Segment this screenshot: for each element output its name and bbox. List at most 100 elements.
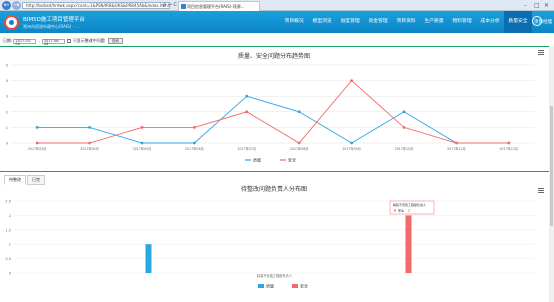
app-header: BIM5D施工项目管理平台 常州市武进市政中心(RAIS) - ... 项目概况… xyxy=(0,11,554,33)
data-point[interactable] xyxy=(88,141,91,145)
menu-item[interactable]: 成本分析 xyxy=(476,11,504,33)
trend-chart-svg: 质量、安全问题分布趋势图 0 1 2 3 4 5 2017年03月 2017年04月 2017年0… xyxy=(6,52,535,163)
app-logo-icon xyxy=(4,15,19,30)
address-controls[interactable]: ρ → C xyxy=(163,2,177,8)
y-tick-label: 0.5 xyxy=(5,257,11,261)
page-scrollbar[interactable] xyxy=(549,46,554,302)
tooltip-title: 精装不安装工程部负责人 xyxy=(393,202,426,207)
x-tick-label: 2017年12月 xyxy=(500,146,519,151)
data-point[interactable] xyxy=(35,141,39,145)
page-favicon-icon xyxy=(181,4,186,9)
date-separator: - xyxy=(38,38,40,44)
legend-label: 质量 xyxy=(266,283,274,289)
x-tick-label: 2017年06月 xyxy=(185,146,204,151)
owner-chart-menu-icon[interactable] xyxy=(538,188,544,193)
x-tick-label: 2017年05月 xyxy=(133,146,152,151)
project-name[interactable]: 常州市武进市政中心(RAIS) - ... xyxy=(23,24,79,30)
end-date-input[interactable]: 2017-06-44 xyxy=(41,38,65,45)
legend-label: 安全 xyxy=(288,157,296,163)
filter-bar: 日期: 2017-03-04 - 2017-06-44 只显示整改中问题 查询 xyxy=(0,36,554,46)
x-tick-label: 2017年09月 xyxy=(342,146,361,151)
back-icon[interactable]: ← xyxy=(2,1,11,10)
data-point[interactable] xyxy=(245,94,249,98)
y-tick-label: 1.5 xyxy=(5,228,11,232)
menu-item[interactable]: 项目资料 xyxy=(392,11,420,33)
close-icon[interactable]: ✕ xyxy=(544,2,549,9)
menu-item[interactable]: 进度管理 xyxy=(336,11,364,33)
y-tick-label: 2 xyxy=(9,214,11,218)
y-tick-label: 2.5 xyxy=(5,200,11,204)
minimize-icon[interactable]: – xyxy=(524,2,527,9)
tooltip-series: 安全 xyxy=(398,208,404,213)
address-bar[interactable]: http://bs/bsd/hrdwk.aspx?cont=1&PSN/IRB&… xyxy=(22,2,170,9)
scrollbar-thumb[interactable] xyxy=(550,106,553,226)
data-point[interactable] xyxy=(193,141,196,145)
chart-title: 待整改问题负责人分布图 xyxy=(241,185,307,193)
tooltip-dot xyxy=(394,209,396,212)
y-tick-label: 0 xyxy=(9,272,11,276)
x-tick-label: 精装不安装工程部负责人 xyxy=(257,273,293,278)
data-point[interactable] xyxy=(88,126,91,129)
owner-chart-svg: 待整改问题负责人分布图00.511.522.5精装不安装工程部负责人质量 安全精装… xyxy=(5,185,535,289)
trend-chart: 质量、安全问题分布趋势图 0 1 2 3 4 5 2017年03月 2017年04月 2017年0… xyxy=(0,47,549,169)
bar[interactable] xyxy=(405,215,412,273)
rectification-checkbox-label: 只显示整改中问题 xyxy=(72,38,105,43)
y-tick-label: 5 xyxy=(6,64,8,68)
data-point[interactable] xyxy=(245,110,249,114)
x-tick-label: 2017年08月 xyxy=(290,146,309,151)
menu-item[interactable]: 生产质量 xyxy=(420,11,448,33)
data-point[interactable] xyxy=(350,79,353,82)
y-tick-label: 0 xyxy=(6,142,8,146)
menu-item[interactable]: 模型浏览 xyxy=(308,11,336,33)
bar[interactable] xyxy=(145,244,152,273)
x-tick-label: 2017年04月 xyxy=(80,146,99,151)
data-point[interactable] xyxy=(402,126,406,129)
app-title: BIM5D施工项目管理平台 xyxy=(23,17,85,23)
y-tick-label: 1 xyxy=(6,126,8,130)
data-point[interactable] xyxy=(402,110,406,114)
query-button[interactable]: 查询 xyxy=(107,38,123,44)
user-name[interactable]: 项目经理 xyxy=(534,19,552,25)
data-point[interactable] xyxy=(193,126,196,129)
y-tick-label: 4 xyxy=(6,79,9,83)
browser-tab-title: 项目信息管理平台(RAIS)-项源... xyxy=(187,4,245,9)
y-tick-label: 1 xyxy=(9,243,11,247)
legend-swatch[interactable] xyxy=(292,284,298,288)
menu-item[interactable]: 物料管理 xyxy=(448,11,476,33)
date-label: 日期: xyxy=(3,38,13,43)
menu-item[interactable]: 项目概况 xyxy=(280,11,308,33)
maximize-icon[interactable]: □ xyxy=(534,2,540,9)
data-point[interactable] xyxy=(35,126,39,129)
data-point[interactable] xyxy=(455,141,458,145)
forward-icon[interactable]: → xyxy=(12,1,21,10)
browser-toolbar: ← → http://bs/bsd/hrdwk.aspx?cont=1&PSN/… xyxy=(0,0,554,11)
data-point[interactable] xyxy=(507,141,511,145)
data-point[interactable] xyxy=(140,141,144,145)
start-date-input[interactable]: 2017-03-04 xyxy=(13,38,37,45)
tooltip-value: 2 xyxy=(408,209,410,213)
legend-label: 安全 xyxy=(300,283,308,289)
menu-item[interactable]: 质量安全 xyxy=(504,11,532,33)
browser-tab[interactable]: 项目信息管理平台(RAIS)-项源... xyxy=(178,1,260,11)
x-tick-label: 2017年03月 xyxy=(28,146,47,151)
data-point[interactable] xyxy=(297,141,301,145)
series-line xyxy=(37,95,509,144)
main-menu: 项目概况 模型浏览 进度管理 资金管理 项目资料 生产质量 物料管理 成本分析 质量安全 xyxy=(280,11,532,33)
trend-chart-menu-icon[interactable] xyxy=(538,50,544,55)
owner-chart: 待整改问题负责人分布图 0 0.5 1 1.5 2 2.5 精装不安装工程部负责人 质量 安全 精装… xyxy=(0,184,549,302)
rectification-checkbox[interactable] xyxy=(66,39,71,43)
bar-tooltip: 精装不安装工程部负责人安全 2 xyxy=(389,200,435,215)
legend-label: 质量 xyxy=(253,157,261,163)
menu-item[interactable]: 资金管理 xyxy=(364,11,392,33)
data-point[interactable] xyxy=(350,141,353,145)
panel-divider-2 xyxy=(0,171,554,172)
x-tick-label: 2017年10月 xyxy=(395,146,414,151)
x-tick-label: 2017年11月 xyxy=(447,146,466,151)
y-tick-label: 3 xyxy=(6,95,8,99)
chart-title: 质量、安全问题分布趋势图 xyxy=(238,52,310,60)
data-point[interactable] xyxy=(140,126,144,129)
y-tick-label: 2 xyxy=(6,110,8,114)
data-point[interactable] xyxy=(297,110,301,114)
x-tick-label: 2017年07月 xyxy=(238,146,257,151)
legend-swatch[interactable] xyxy=(258,284,264,288)
